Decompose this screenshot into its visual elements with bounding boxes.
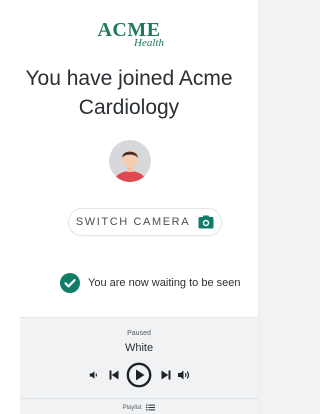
avatar	[109, 140, 151, 182]
volume-up-icon[interactable]	[177, 369, 191, 381]
playlist-label: Playlist	[122, 405, 142, 412]
skip-previous-icon[interactable]	[108, 369, 120, 381]
volume-down-icon[interactable]	[89, 370, 99, 380]
switch-camera-label: SWITCH CAMERA	[75, 216, 191, 228]
waiting-room-card: ACME Health You have joined Acme Cardiol…	[0, 0, 258, 414]
waiting-status: You are now waiting to be seen	[60, 272, 258, 294]
switch-camera-button[interactable]: SWITCH CAMERA	[68, 208, 222, 236]
status-text: You are now waiting to be seen	[88, 277, 241, 289]
playlist-button[interactable]: Playlist	[20, 404, 258, 411]
camera-icon	[198, 215, 214, 229]
logo-brand: ACME	[97, 19, 161, 41]
music-player: Paused White Playlist	[20, 317, 258, 414]
playback-state: Paused	[127, 330, 151, 337]
play-icon[interactable]	[126, 362, 152, 388]
list-icon	[146, 404, 156, 411]
player-controls	[20, 362, 258, 388]
page-title: You have joined Acme Cardiology	[25, 67, 233, 119]
logo-subtitle: Health	[134, 37, 164, 49]
check-circle-icon	[60, 273, 80, 293]
track-title: White	[124, 342, 154, 354]
skip-next-icon[interactable]	[160, 369, 172, 381]
player-divider	[20, 398, 258, 399]
acme-health-logo: ACME Health	[0, 20, 258, 49]
